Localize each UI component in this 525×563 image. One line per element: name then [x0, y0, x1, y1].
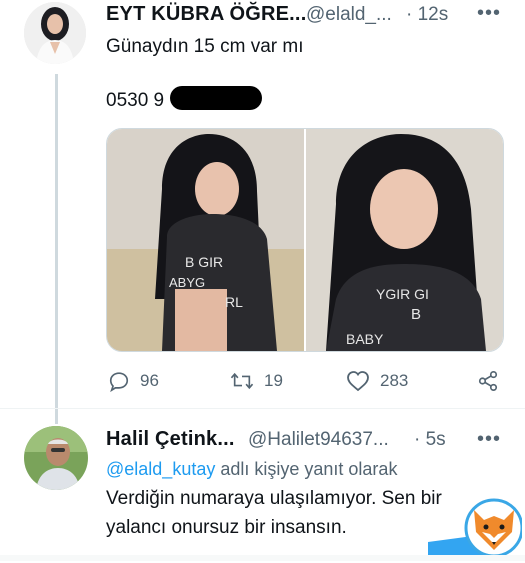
tweet-text: Günaydın 15 cm var mı — [106, 36, 304, 57]
share-button[interactable] — [477, 370, 499, 392]
reply-icon — [109, 372, 129, 392]
bottom-bar — [0, 555, 525, 561]
more-options-icon[interactable]: ••• — [477, 2, 501, 25]
fox-logo-icon — [428, 498, 524, 558]
media-grid[interactable]: B GIR ABYG RL YGIR GI B BABY — [106, 128, 504, 352]
mention-link[interactable]: @elald_kutay — [106, 459, 215, 479]
svg-text:BABY: BABY — [346, 331, 384, 347]
reply-avatar-image — [24, 426, 88, 490]
like-count: 283 — [380, 371, 409, 390]
svg-text:YGIR GI: YGIR GI — [376, 286, 429, 302]
reply-text-line-1: Verdiğin numaraya ulaşılamıyor. Sen bir — [106, 488, 442, 509]
reply-count: 96 — [140, 371, 159, 390]
reply-avatar[interactable] — [24, 426, 88, 490]
svg-text:B GIR: B GIR — [185, 254, 223, 270]
svg-text:B: B — [411, 306, 421, 323]
redaction-mark — [170, 86, 262, 110]
svg-text:ABYG: ABYG — [169, 275, 205, 290]
retweet-count: 19 — [264, 371, 283, 390]
reply-author-handle[interactable]: @Halilet94637... — [248, 429, 389, 451]
thread-line — [55, 74, 58, 424]
svg-text:RL: RL — [225, 294, 243, 310]
photo-left-image: B GIR ABYG RL — [107, 129, 304, 351]
phone-number-text: 0530 9 — [106, 90, 165, 111]
retweet-icon — [230, 372, 254, 390]
heart-icon — [347, 371, 369, 392]
tweet-time[interactable]: · 12s — [406, 4, 448, 26]
reply-more-options-icon[interactable]: ••• — [477, 428, 501, 451]
reply-time[interactable]: · 5s — [414, 429, 446, 451]
photo-left[interactable]: B GIR ABYG RL — [107, 129, 304, 351]
reply-button[interactable]: 96 — [108, 370, 159, 392]
photo-right-image: YGIR GI B BABY — [306, 129, 503, 351]
author-handle[interactable]: @elald_... — [306, 4, 392, 26]
like-button[interactable]: 283 — [346, 370, 408, 392]
replying-to: @elald_kutay adlı kişiye yanıt olarak — [106, 459, 397, 480]
replying-to-text: adlı kişiye yanıt olarak — [220, 459, 398, 479]
avatar[interactable] — [24, 2, 86, 64]
author-name[interactable]: EYT KÜBRA ÖĞRE... — [106, 3, 306, 26]
avatar-image — [24, 2, 86, 64]
reply-text-line-2: yalancı onursuz bir insansın. — [106, 517, 347, 538]
tweet-divider — [0, 408, 525, 409]
share-icon — [478, 371, 498, 391]
media-divider — [304, 129, 306, 351]
reply-author-name[interactable]: Halil Çetink... — [106, 428, 235, 451]
photo-right[interactable]: YGIR GI B BABY — [306, 129, 503, 351]
retweet-button[interactable]: 19 — [230, 370, 283, 392]
